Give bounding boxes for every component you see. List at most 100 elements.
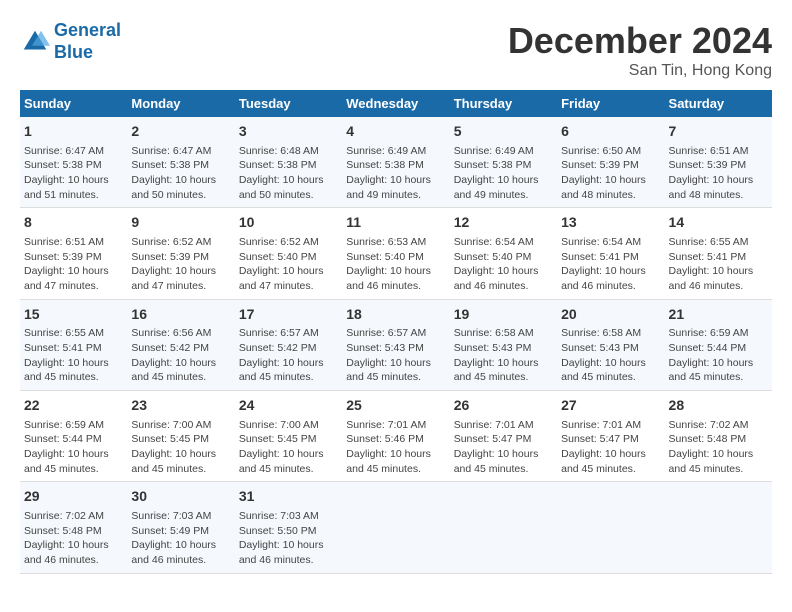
day-number: 7 <box>669 122 768 142</box>
day-cell: 6Sunrise: 6:50 AM Sunset: 5:39 PM Daylig… <box>557 117 664 208</box>
day-cell <box>665 482 772 573</box>
day-cell: 30Sunrise: 7:03 AM Sunset: 5:49 PM Dayli… <box>127 482 234 573</box>
day-info: Sunrise: 7:01 AM Sunset: 5:46 PM Dayligh… <box>346 418 445 477</box>
day-info: Sunrise: 7:03 AM Sunset: 5:50 PM Dayligh… <box>239 509 338 568</box>
column-header-friday: Friday <box>557 90 664 117</box>
day-cell: 1Sunrise: 6:47 AM Sunset: 5:38 PM Daylig… <box>20 117 127 208</box>
day-cell: 17Sunrise: 6:57 AM Sunset: 5:42 PM Dayli… <box>235 299 342 390</box>
day-cell: 12Sunrise: 6:54 AM Sunset: 5:40 PM Dayli… <box>450 208 557 299</box>
day-info: Sunrise: 6:53 AM Sunset: 5:40 PM Dayligh… <box>346 235 445 294</box>
day-cell: 29Sunrise: 7:02 AM Sunset: 5:48 PM Dayli… <box>20 482 127 573</box>
day-number: 1 <box>24 122 123 142</box>
day-cell: 7Sunrise: 6:51 AM Sunset: 5:39 PM Daylig… <box>665 117 772 208</box>
day-info: Sunrise: 7:02 AM Sunset: 5:48 PM Dayligh… <box>24 509 123 568</box>
column-header-wednesday: Wednesday <box>342 90 449 117</box>
day-cell: 20Sunrise: 6:58 AM Sunset: 5:43 PM Dayli… <box>557 299 664 390</box>
header-row: SundayMondayTuesdayWednesdayThursdayFrid… <box>20 90 772 117</box>
day-number: 29 <box>24 487 123 507</box>
day-number: 10 <box>239 213 338 233</box>
week-row-2: 8Sunrise: 6:51 AM Sunset: 5:39 PM Daylig… <box>20 208 772 299</box>
day-info: Sunrise: 6:58 AM Sunset: 5:43 PM Dayligh… <box>561 326 660 385</box>
day-number: 12 <box>454 213 553 233</box>
title-block: December 2024 San Tin, Hong Kong <box>508 20 772 80</box>
day-info: Sunrise: 6:56 AM Sunset: 5:42 PM Dayligh… <box>131 326 230 385</box>
day-number: 28 <box>669 396 768 416</box>
day-cell: 23Sunrise: 7:00 AM Sunset: 5:45 PM Dayli… <box>127 391 234 482</box>
column-header-thursday: Thursday <box>450 90 557 117</box>
day-number: 11 <box>346 213 445 233</box>
day-cell <box>557 482 664 573</box>
day-number: 27 <box>561 396 660 416</box>
day-info: Sunrise: 7:01 AM Sunset: 5:47 PM Dayligh… <box>454 418 553 477</box>
day-info: Sunrise: 7:00 AM Sunset: 5:45 PM Dayligh… <box>131 418 230 477</box>
logo-text: General Blue <box>54 20 121 63</box>
calendar-table: SundayMondayTuesdayWednesdayThursdayFrid… <box>20 90 772 574</box>
day-cell: 19Sunrise: 6:58 AM Sunset: 5:43 PM Dayli… <box>450 299 557 390</box>
day-info: Sunrise: 6:50 AM Sunset: 5:39 PM Dayligh… <box>561 144 660 203</box>
day-cell: 13Sunrise: 6:54 AM Sunset: 5:41 PM Dayli… <box>557 208 664 299</box>
week-row-3: 15Sunrise: 6:55 AM Sunset: 5:41 PM Dayli… <box>20 299 772 390</box>
day-number: 30 <box>131 487 230 507</box>
day-number: 31 <box>239 487 338 507</box>
day-info: Sunrise: 6:52 AM Sunset: 5:40 PM Dayligh… <box>239 235 338 294</box>
day-number: 3 <box>239 122 338 142</box>
day-number: 24 <box>239 396 338 416</box>
logo: General Blue <box>20 20 121 63</box>
day-number: 19 <box>454 305 553 325</box>
day-info: Sunrise: 6:49 AM Sunset: 5:38 PM Dayligh… <box>454 144 553 203</box>
day-info: Sunrise: 6:55 AM Sunset: 5:41 PM Dayligh… <box>669 235 768 294</box>
day-info: Sunrise: 6:55 AM Sunset: 5:41 PM Dayligh… <box>24 326 123 385</box>
week-row-4: 22Sunrise: 6:59 AM Sunset: 5:44 PM Dayli… <box>20 391 772 482</box>
day-cell: 10Sunrise: 6:52 AM Sunset: 5:40 PM Dayli… <box>235 208 342 299</box>
day-info: Sunrise: 6:54 AM Sunset: 5:41 PM Dayligh… <box>561 235 660 294</box>
day-info: Sunrise: 6:49 AM Sunset: 5:38 PM Dayligh… <box>346 144 445 203</box>
day-info: Sunrise: 6:59 AM Sunset: 5:44 PM Dayligh… <box>24 418 123 477</box>
day-number: 2 <box>131 122 230 142</box>
day-number: 18 <box>346 305 445 325</box>
day-number: 17 <box>239 305 338 325</box>
week-row-1: 1Sunrise: 6:47 AM Sunset: 5:38 PM Daylig… <box>20 117 772 208</box>
day-cell: 14Sunrise: 6:55 AM Sunset: 5:41 PM Dayli… <box>665 208 772 299</box>
day-info: Sunrise: 6:51 AM Sunset: 5:39 PM Dayligh… <box>669 144 768 203</box>
day-number: 25 <box>346 396 445 416</box>
day-number: 16 <box>131 305 230 325</box>
day-number: 4 <box>346 122 445 142</box>
day-number: 5 <box>454 122 553 142</box>
day-info: Sunrise: 6:47 AM Sunset: 5:38 PM Dayligh… <box>131 144 230 203</box>
day-number: 23 <box>131 396 230 416</box>
month-title: December 2024 <box>508 20 772 62</box>
day-number: 15 <box>24 305 123 325</box>
day-cell: 26Sunrise: 7:01 AM Sunset: 5:47 PM Dayli… <box>450 391 557 482</box>
day-info: Sunrise: 7:01 AM Sunset: 5:47 PM Dayligh… <box>561 418 660 477</box>
day-number: 20 <box>561 305 660 325</box>
day-info: Sunrise: 7:00 AM Sunset: 5:45 PM Dayligh… <box>239 418 338 477</box>
column-header-tuesday: Tuesday <box>235 90 342 117</box>
day-cell <box>342 482 449 573</box>
day-number: 22 <box>24 396 123 416</box>
column-header-sunday: Sunday <box>20 90 127 117</box>
day-cell: 21Sunrise: 6:59 AM Sunset: 5:44 PM Dayli… <box>665 299 772 390</box>
location: San Tin, Hong Kong <box>508 62 772 80</box>
day-number: 6 <box>561 122 660 142</box>
column-header-saturday: Saturday <box>665 90 772 117</box>
day-info: Sunrise: 7:02 AM Sunset: 5:48 PM Dayligh… <box>669 418 768 477</box>
day-cell: 11Sunrise: 6:53 AM Sunset: 5:40 PM Dayli… <box>342 208 449 299</box>
day-cell: 18Sunrise: 6:57 AM Sunset: 5:43 PM Dayli… <box>342 299 449 390</box>
day-number: 21 <box>669 305 768 325</box>
day-info: Sunrise: 6:59 AM Sunset: 5:44 PM Dayligh… <box>669 326 768 385</box>
day-info: Sunrise: 6:57 AM Sunset: 5:42 PM Dayligh… <box>239 326 338 385</box>
day-number: 13 <box>561 213 660 233</box>
day-number: 8 <box>24 213 123 233</box>
day-info: Sunrise: 6:52 AM Sunset: 5:39 PM Dayligh… <box>131 235 230 294</box>
day-cell: 22Sunrise: 6:59 AM Sunset: 5:44 PM Dayli… <box>20 391 127 482</box>
day-info: Sunrise: 7:03 AM Sunset: 5:49 PM Dayligh… <box>131 509 230 568</box>
page-header: General Blue December 2024 San Tin, Hong… <box>20 20 772 80</box>
day-cell: 27Sunrise: 7:01 AM Sunset: 5:47 PM Dayli… <box>557 391 664 482</box>
week-row-5: 29Sunrise: 7:02 AM Sunset: 5:48 PM Dayli… <box>20 482 772 573</box>
day-cell: 24Sunrise: 7:00 AM Sunset: 5:45 PM Dayli… <box>235 391 342 482</box>
day-cell: 3Sunrise: 6:48 AM Sunset: 5:38 PM Daylig… <box>235 117 342 208</box>
day-number: 26 <box>454 396 553 416</box>
day-info: Sunrise: 6:47 AM Sunset: 5:38 PM Dayligh… <box>24 144 123 203</box>
day-cell: 16Sunrise: 6:56 AM Sunset: 5:42 PM Dayli… <box>127 299 234 390</box>
day-cell: 2Sunrise: 6:47 AM Sunset: 5:38 PM Daylig… <box>127 117 234 208</box>
